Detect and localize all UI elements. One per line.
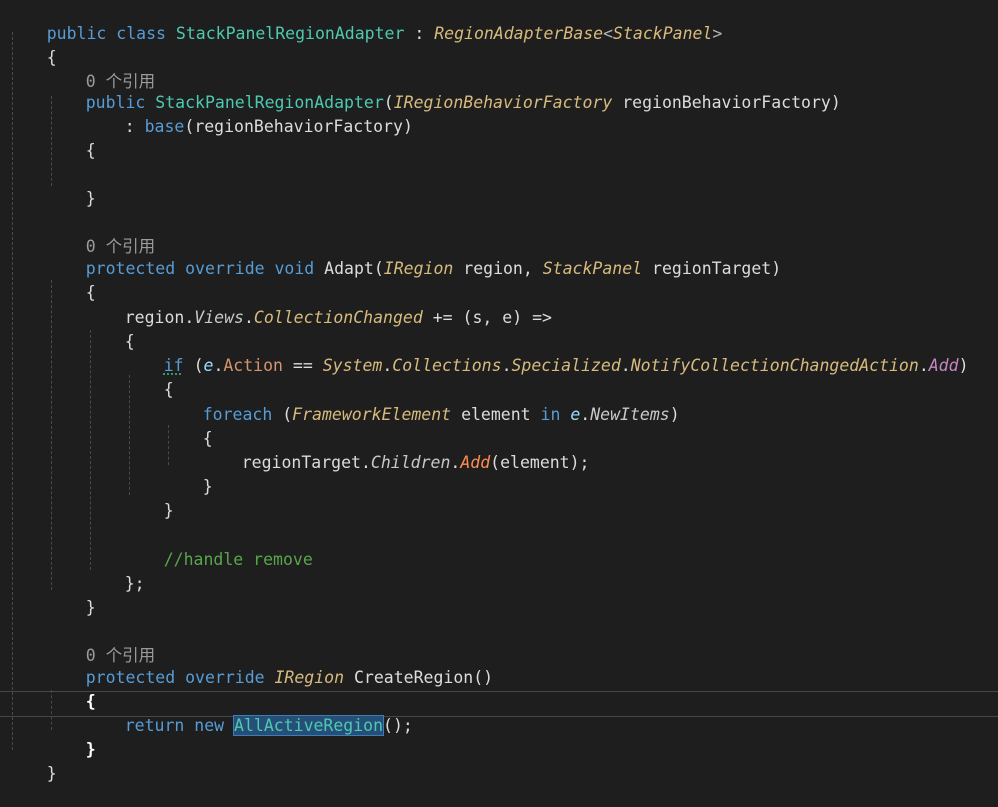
class-name: StackPanelRegionAdapter — [175, 24, 405, 43]
code-line[interactable]: protected override void Adapt(IRegion re… — [46, 236, 781, 278]
code-line[interactable]: foreach (FrameworkElement element in e.N… — [163, 382, 680, 424]
code-line[interactable]: }; — [85, 551, 145, 593]
code-line[interactable]: { — [7, 25, 57, 67]
code-editor[interactable]: public class StackPanelRegionAdapter : R… — [0, 0, 998, 796]
class-keyword: public class — [46, 24, 166, 43]
code-line[interactable]: { — [163, 406, 213, 448]
code-line[interactable]: } — [124, 478, 174, 520]
code-line[interactable]: } — [46, 717, 96, 759]
code-line[interactable]: if (e.Action == System.Collections.Speci… — [124, 333, 969, 375]
codelens-references[interactable]: 0 个引用 — [46, 214, 155, 256]
codelens-references[interactable]: 0 个引用 — [46, 49, 155, 91]
base-generic-arg: StackPanel — [613, 24, 713, 43]
codelens-references[interactable]: 0 个引用 — [46, 623, 155, 665]
method-name: CreateRegion — [353, 668, 474, 687]
indent-guide — [12, 32, 13, 750]
code-line[interactable]: { — [46, 118, 96, 160]
code-line[interactable]: protected override IRegion CreateRegion(… — [46, 645, 493, 687]
code-line[interactable]: } — [46, 166, 96, 208]
code-line[interactable]: : base(regionBehaviorFactory) — [85, 94, 413, 136]
selected-identifier[interactable]: AllActiveRegion — [233, 715, 385, 736]
code-line[interactable]: region.Views.CollectionChanged += (s, e)… — [85, 285, 552, 327]
indent-guide — [51, 280, 52, 590]
code-line[interactable]: regionTarget.Children.Add(element); — [202, 430, 590, 472]
code-line[interactable]: { — [46, 260, 96, 302]
code-comment: //handle remove — [163, 550, 313, 569]
code-line[interactable]: return new AllActiveRegion(); — [85, 693, 413, 736]
code-line[interactable]: //handle remove — [124, 527, 313, 569]
code-line[interactable]: public class StackPanelRegionAdapter : R… — [7, 1, 723, 43]
code-line[interactable]: { — [46, 669, 96, 711]
code-line[interactable]: } — [163, 454, 213, 496]
code-line[interactable]: { — [124, 357, 174, 399]
code-line[interactable]: { — [85, 309, 135, 351]
method-name: Adapt — [324, 259, 374, 278]
code-line[interactable]: } — [7, 741, 57, 783]
code-line[interactable]: } — [46, 575, 96, 617]
base-type: RegionAdapterBase — [434, 24, 604, 43]
code-line[interactable]: public StackPanelRegionAdapter(IRegionBe… — [46, 70, 841, 112]
